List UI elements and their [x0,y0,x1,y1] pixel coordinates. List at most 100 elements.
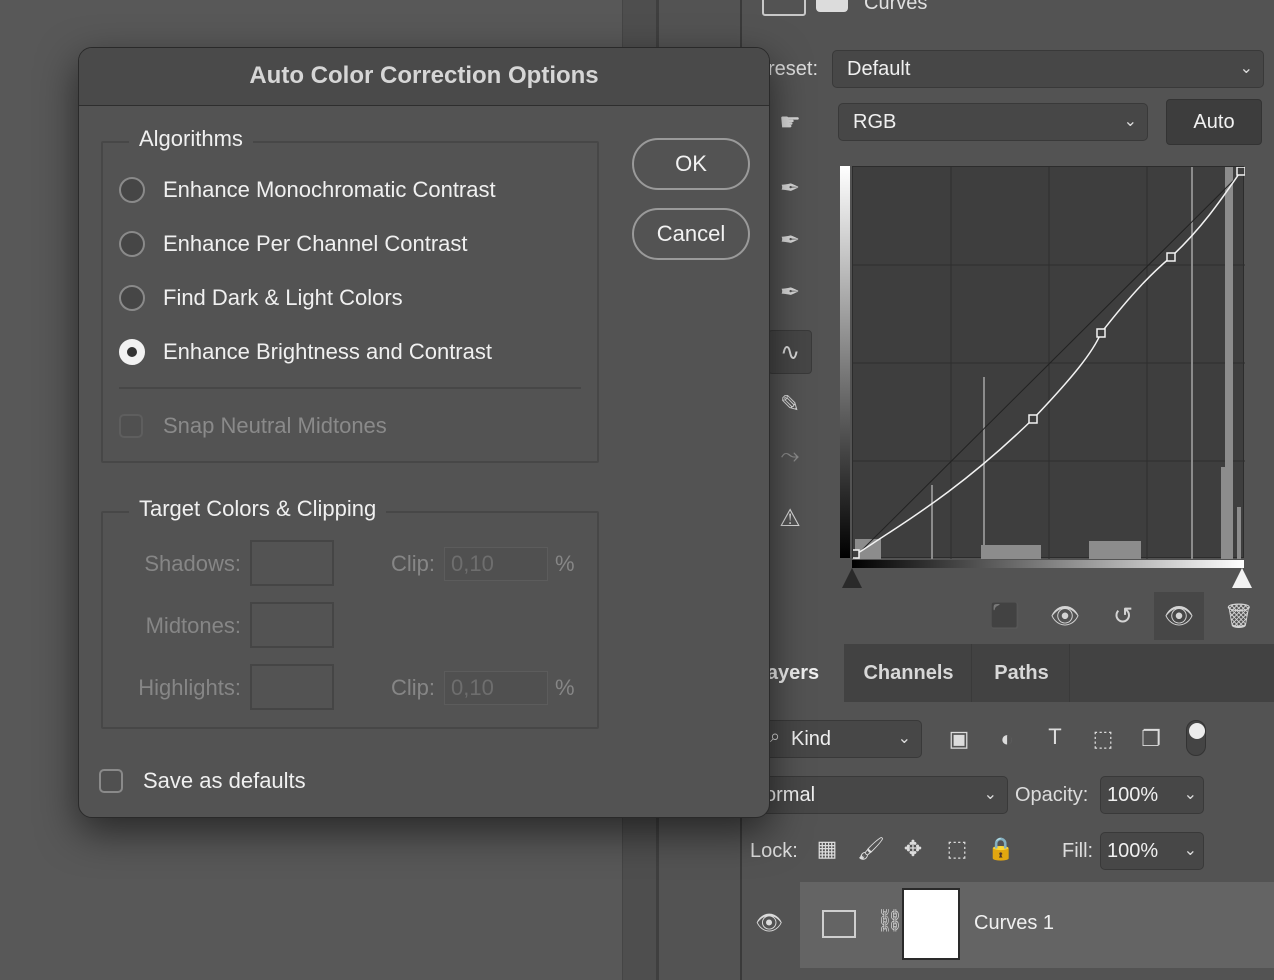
adjustment-filter-icon[interactable]: ◐ [992,726,1022,752]
chevron-down-icon: ⌄ [983,786,997,803]
delete-icon[interactable]: 🗑 [1214,592,1264,640]
target-colors-legend: Target Colors & Clipping [129,496,387,522]
radio-per-channel-contrast[interactable]: Enhance Per Channel Contrast [119,227,468,261]
mask-icon [816,0,848,12]
fill-field[interactable]: 100% ⌄ [1100,832,1204,870]
checkbox-label: Save as defaults [143,768,306,793]
radio-button[interactable] [119,177,145,203]
tab-paths[interactable]: Paths [974,644,1070,702]
channel-value: RGB [853,111,897,133]
curves-graph-svg [853,167,1245,559]
curve-edit-icon[interactable]: ∿ [768,330,812,374]
layer-visibility-icon[interactable]: 👁 [754,910,784,936]
lock-position-icon[interactable]: ✥ [898,836,928,862]
auto-color-correction-dialog: Auto Color Correction Options Algorithms… [78,47,770,818]
reset-icon[interactable]: ↺ [1098,592,1148,640]
save-as-defaults-checkbox[interactable]: Save as defaults [99,764,306,798]
fill-value: 100% [1107,840,1159,862]
tab-channels[interactable]: Channels [846,644,972,702]
highlights-label: Highlights: [138,675,241,700]
dialog-title: Auto Color Correction Options [79,48,769,106]
white-point-slider-icon[interactable] [1232,568,1252,588]
output-gradient [840,166,850,558]
midtones-swatch[interactable] [250,602,334,648]
algorithms-divider [119,387,581,389]
adjustment-icon [762,0,806,16]
ok-button[interactable]: OK [632,138,750,190]
checkbox[interactable] [119,414,143,438]
algorithms-legend: Algorithms [129,126,253,152]
image-filter-icon[interactable]: ▣ [944,726,974,752]
fill-label: Fill: [1062,840,1094,862]
black-point-eyedropper-icon[interactable]: ✒ [768,166,812,210]
midtones-label: Midtones: [145,613,241,638]
clip-label-highlights: Clip: [390,675,435,700]
chevron-down-icon: ⌄ [1183,842,1197,859]
radio-button[interactable] [119,231,145,257]
lock-transparent-icon[interactable]: ▦ [812,836,842,862]
chevron-down-icon: ⌄ [1123,113,1137,130]
properties-title: Curves [864,0,928,14]
view-previous-icon[interactable]: 👁 [1040,592,1090,640]
highlights-swatch[interactable] [250,664,334,710]
opacity-label: Opacity: [1015,784,1089,806]
lock-all-icon[interactable]: 🔒 [986,836,1016,862]
blend-mode-select[interactable]: ormal ⌄ [750,776,1008,814]
clipping-warning-icon[interactable]: ⚠ [768,496,812,540]
layer-row[interactable]: ⛓ Curves 1 [800,882,1274,968]
curves-header: Curves [760,0,1274,18]
blend-mode-value: ormal [765,784,816,806]
filter-toggle[interactable] [1186,720,1206,756]
type-filter-icon[interactable]: T [1040,724,1070,750]
clip-to-layer-icon[interactable]: ⬛ [980,592,1030,640]
chevron-down-icon: ⌄ [1239,60,1253,77]
radio-button-selected[interactable] [119,339,145,365]
snap-neutral-midtones-checkbox[interactable]: Snap Neutral Midtones [119,409,387,443]
shadows-label: Shadows: [144,551,241,576]
radio-brightness-contrast[interactable]: Enhance Brightness and Contrast [119,335,492,369]
radio-label: Find Dark & Light Colors [163,285,403,310]
preset-label: reset: [768,58,819,80]
layer-mask-thumbnail[interactable] [902,888,960,960]
percent-label-highlights: % [555,675,575,700]
on-image-adjust-icon[interactable]: ☛ [768,100,812,144]
pencil-icon[interactable]: ✎ [768,382,812,426]
opacity-field[interactable]: 100% ⌄ [1100,776,1204,814]
black-point-slider-icon[interactable] [842,568,862,588]
checkbox-label: Snap Neutral Midtones [163,413,387,438]
shape-filter-icon[interactable]: ⬚ [1088,726,1118,752]
shadows-clip-input[interactable]: 0,10 [444,547,548,581]
opacity-value: 100% [1107,784,1159,806]
checkbox[interactable] [99,769,123,793]
kind-label: Kind [791,728,832,750]
auto-button[interactable]: Auto [1166,99,1262,145]
highlights-clip-input[interactable]: 0,10 [444,671,548,705]
channel-select[interactable]: RGB ⌄ [838,103,1148,141]
radio-monochromatic-contrast[interactable]: Enhance Monochromatic Contrast [119,173,496,207]
cancel-button[interactable]: Cancel [632,208,750,260]
lock-label: Lock: [750,840,798,862]
gray-point-eyedropper-icon[interactable]: ✒ [768,218,812,262]
preset-select[interactable]: Default ⌄ [832,50,1264,88]
smart-object-filter-icon[interactable]: ❐ [1136,726,1166,752]
white-point-eyedropper-icon[interactable]: ✒ [768,270,812,314]
shadows-swatch[interactable] [250,540,334,586]
smooth-curve-icon[interactable]: ⤳ [768,434,812,478]
chevron-down-icon: ⌄ [1183,786,1197,803]
radio-label: Enhance Brightness and Contrast [163,339,492,364]
link-icon[interactable]: ⛓ [876,908,904,934]
lock-artboard-icon[interactable]: ⬚ [942,836,972,862]
radio-label: Enhance Per Channel Contrast [163,231,468,256]
radio-label: Enhance Monochromatic Contrast [163,177,496,202]
preset-value: Default [847,58,911,80]
radio-button[interactable] [119,285,145,311]
lock-image-icon[interactable]: 🖌 [856,836,886,862]
chevron-down-icon: ⌄ [897,730,911,747]
visibility-icon[interactable]: 👁 [1154,592,1204,640]
clip-label-shadows: Clip: [390,551,435,576]
layer-name[interactable]: Curves 1 [974,912,1054,935]
curves-graph[interactable] [852,166,1245,559]
input-gradient [852,560,1244,568]
percent-label-shadows: % [555,551,575,576]
radio-dark-light-colors[interactable]: Find Dark & Light Colors [119,281,403,315]
